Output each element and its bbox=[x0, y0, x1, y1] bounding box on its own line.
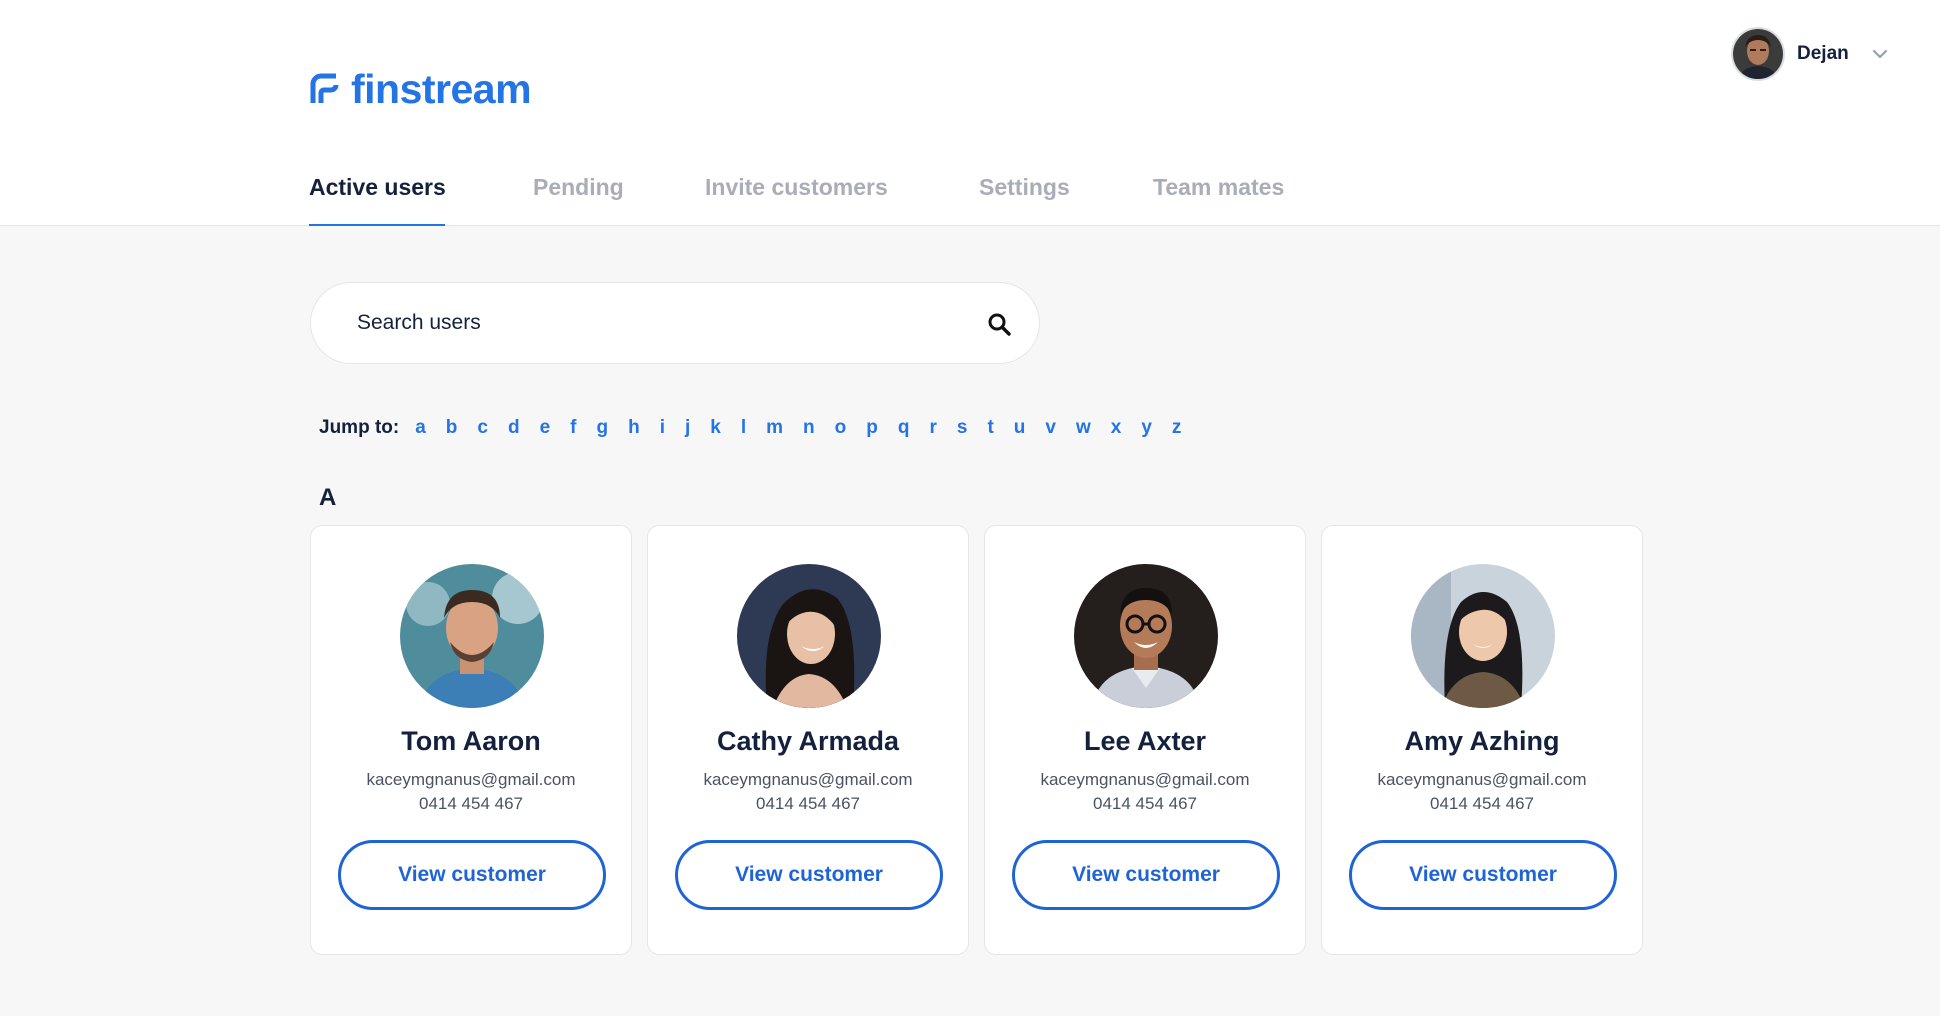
view-customer-button[interactable]: View customer bbox=[1349, 840, 1617, 910]
customer-card: Amy Azhing kaceymgnanus@gmail.com 0414 4… bbox=[1321, 525, 1643, 955]
jump-to-bar: Jump to: a b c d e f g h i j k l m n o p… bbox=[319, 413, 1191, 443]
finstream-logo-icon bbox=[310, 73, 339, 103]
jump-to-label: Jump to: bbox=[319, 417, 400, 438]
search-icon[interactable] bbox=[987, 312, 1011, 336]
jump-letter-k[interactable]: k bbox=[700, 417, 731, 439]
customer-name: Lee Axter bbox=[1083, 726, 1207, 756]
search-bar[interactable] bbox=[310, 282, 1040, 364]
customer-email: kaceymgnanus@gmail.com bbox=[703, 770, 913, 789]
customer-card: Tom Aaron kaceymgnanus@gmail.com 0414 45… bbox=[310, 525, 632, 955]
jump-letter-s[interactable]: s bbox=[947, 417, 978, 439]
user-avatar[interactable] bbox=[1733, 29, 1783, 79]
user-menu[interactable]: Dejan bbox=[1733, 28, 1889, 80]
jump-letter-t[interactable]: t bbox=[977, 417, 1003, 439]
customer-card: Lee Axter kaceymgnanus@gmail.com 0414 45… bbox=[984, 525, 1306, 955]
brand-logo[interactable]: finstream bbox=[309, 66, 532, 112]
customer-name: Tom Aaron bbox=[401, 726, 541, 756]
tab-settings[interactable]: Settings bbox=[979, 170, 1070, 226]
customer-phone: 0414 454 467 bbox=[1430, 794, 1534, 813]
jump-letter-z[interactable]: z bbox=[1162, 417, 1192, 439]
chevron-down-icon[interactable] bbox=[1871, 45, 1889, 63]
search-input[interactable] bbox=[357, 311, 937, 335]
view-customer-button[interactable]: View customer bbox=[1012, 840, 1280, 910]
customer-phone: 0414 454 467 bbox=[419, 794, 523, 813]
jump-letter-n[interactable]: n bbox=[793, 417, 825, 439]
view-customer-button[interactable]: View customer bbox=[338, 840, 606, 910]
jump-letter-l[interactable]: l bbox=[731, 417, 756, 439]
app-header: finstream Dejan Active users Pending Inv… bbox=[0, 0, 1940, 227]
customer-avatar bbox=[737, 564, 881, 708]
tab-invite-customers[interactable]: Invite customers bbox=[705, 170, 888, 226]
jump-letter-q[interactable]: q bbox=[888, 417, 920, 439]
customer-avatar bbox=[1074, 564, 1218, 708]
jump-letter-a[interactable]: a bbox=[405, 417, 436, 439]
customer-email: kaceymgnanus@gmail.com bbox=[1040, 770, 1250, 789]
customer-phone: 0414 454 467 bbox=[1093, 794, 1197, 813]
jump-letter-b[interactable]: b bbox=[436, 417, 468, 439]
brand-name: finstream bbox=[351, 66, 532, 112]
main-content: Jump to: a b c d e f g h i j k l m n o p… bbox=[0, 226, 1940, 1016]
jump-letter-y[interactable]: y bbox=[1131, 417, 1162, 439]
customer-avatar bbox=[400, 564, 544, 708]
jump-letter-i[interactable]: i bbox=[650, 417, 675, 439]
jump-letter-e[interactable]: e bbox=[530, 417, 561, 439]
customer-avatar bbox=[1411, 564, 1555, 708]
customer-email: kaceymgnanus@gmail.com bbox=[1377, 770, 1587, 789]
nav-tabs: Active users Pending Invite customers Se… bbox=[309, 170, 1287, 227]
jump-letter-x[interactable]: x bbox=[1101, 417, 1132, 439]
customer-card-list: Tom Aaron kaceymgnanus@gmail.com 0414 45… bbox=[310, 525, 1643, 955]
section-heading: A bbox=[319, 484, 337, 511]
customer-card: Cathy Armada kaceymgnanus@gmail.com 0414… bbox=[647, 525, 969, 955]
jump-letter-j[interactable]: j bbox=[675, 417, 700, 439]
user-name: Dejan bbox=[1797, 43, 1849, 64]
jump-letter-m[interactable]: m bbox=[756, 417, 793, 439]
tab-pending[interactable]: Pending bbox=[533, 170, 624, 226]
jump-letter-c[interactable]: c bbox=[467, 417, 498, 439]
jump-letter-w[interactable]: w bbox=[1066, 417, 1101, 439]
jump-letter-r[interactable]: r bbox=[919, 417, 946, 439]
jump-letter-f[interactable]: f bbox=[560, 417, 586, 439]
customer-phone: 0414 454 467 bbox=[756, 794, 860, 813]
customer-name: Amy Azhing bbox=[1404, 726, 1560, 756]
jump-letter-g[interactable]: g bbox=[587, 417, 619, 439]
tab-team-mates[interactable]: Team mates bbox=[1153, 170, 1287, 226]
jump-letter-o[interactable]: o bbox=[825, 417, 857, 439]
jump-letter-v[interactable]: v bbox=[1035, 417, 1066, 439]
jump-letter-u[interactable]: u bbox=[1004, 417, 1036, 439]
jump-letter-p[interactable]: p bbox=[856, 417, 888, 439]
customer-email: kaceymgnanus@gmail.com bbox=[366, 770, 576, 789]
view-customer-button[interactable]: View customer bbox=[675, 840, 943, 910]
jump-letter-d[interactable]: d bbox=[498, 417, 530, 439]
jump-letter-h[interactable]: h bbox=[618, 417, 650, 439]
tab-active-users[interactable]: Active users bbox=[309, 170, 446, 227]
customer-name: Cathy Armada bbox=[716, 726, 900, 756]
